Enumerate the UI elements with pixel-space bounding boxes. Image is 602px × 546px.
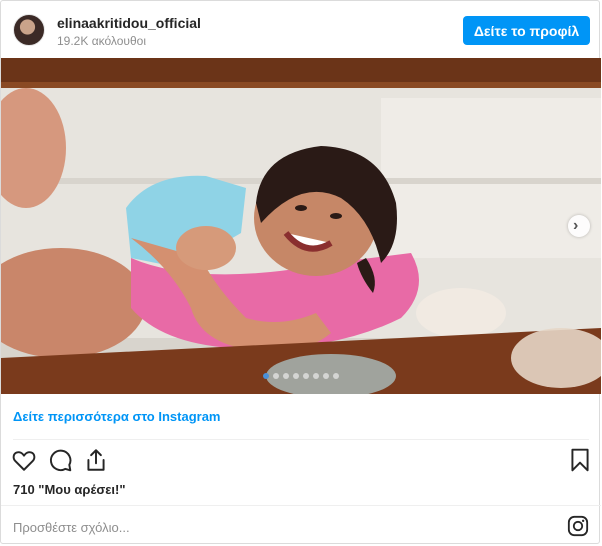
like-count[interactable]: 710 "Μου αρέσει!": [13, 482, 125, 497]
action-bar: [1, 445, 601, 477]
instagram-logo-icon[interactable]: [567, 515, 589, 537]
post-header: elinaakritidou_official 19.2K ακόλουθοι …: [1, 1, 601, 58]
carousel-dot: [263, 373, 269, 379]
photo-illustration: [1, 58, 601, 394]
next-slide-button[interactable]: ›: [568, 215, 590, 237]
divider: [13, 439, 589, 440]
carousel-dot: [323, 373, 329, 379]
chevron-right-icon: ›: [573, 217, 579, 234]
comment-icon[interactable]: [47, 447, 73, 473]
view-more-on-instagram-link[interactable]: Δείτε περισσότερα στο Instagram: [13, 409, 221, 424]
bookmark-icon[interactable]: [567, 447, 593, 473]
carousel-dot: [273, 373, 279, 379]
post-photo[interactable]: [1, 58, 601, 394]
follower-count: 19.2K ακόλουθοι: [57, 34, 146, 48]
share-icon[interactable]: [83, 447, 109, 473]
comment-input[interactable]: Προσθέστε σχόλιο...: [13, 520, 130, 535]
divider: [1, 505, 601, 506]
carousel-dot: [333, 373, 339, 379]
carousel-dot: [313, 373, 319, 379]
carousel-dot: [293, 373, 299, 379]
avatar[interactable]: [13, 14, 45, 46]
username[interactable]: elinaakritidou_official: [57, 15, 201, 31]
carousel-indicator: [1, 373, 601, 381]
view-profile-button[interactable]: Δείτε το προφίλ: [463, 16, 590, 45]
carousel-dot: [303, 373, 309, 379]
carousel-dot: [283, 373, 289, 379]
instagram-embed-card: elinaakritidou_official 19.2K ακόλουθοι …: [0, 0, 601, 544]
heart-icon[interactable]: [11, 447, 37, 473]
